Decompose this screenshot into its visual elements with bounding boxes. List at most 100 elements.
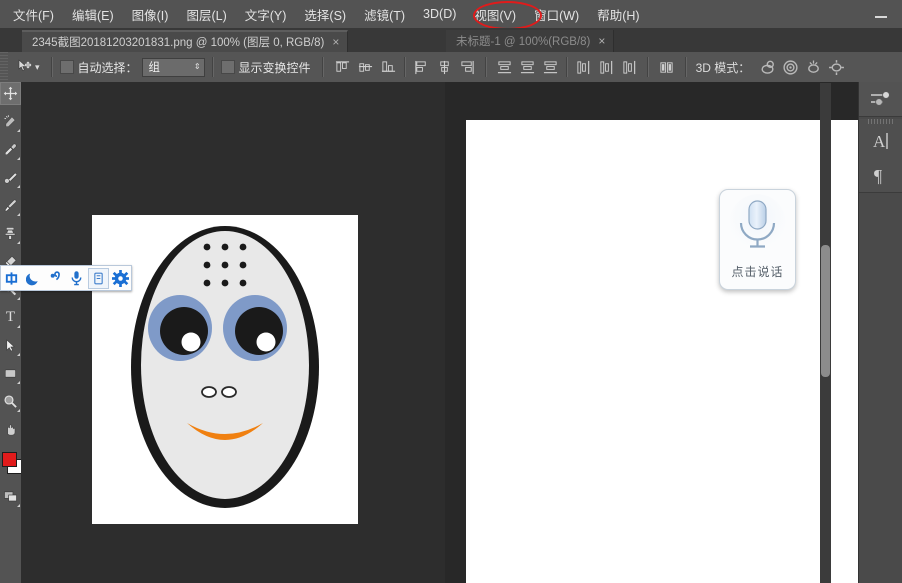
drag-3d-object-icon bbox=[805, 59, 822, 76]
menu-3d[interactable]: 3D(D) bbox=[414, 4, 465, 24]
roll-3d-object-icon bbox=[782, 59, 799, 76]
align-separator-3 bbox=[404, 57, 406, 77]
menu-select[interactable]: 选择(S) bbox=[295, 2, 355, 27]
document-tab-1-close-icon[interactable]: × bbox=[332, 36, 339, 48]
voice-input-popup[interactable]: 点击说话 bbox=[719, 189, 796, 290]
document-tab-2-title: 未标题-1 @ 100%(RGB/8) bbox=[456, 33, 590, 49]
distribute-horizontal-centers-button[interactable] bbox=[597, 58, 616, 77]
tool-preset-dropdown-arrow[interactable]: ▾ bbox=[35, 62, 40, 73]
canvas-2-vertical-scrollbar[interactable] bbox=[820, 83, 831, 583]
minimize-button[interactable] bbox=[866, 3, 896, 23]
tool-shape[interactable] bbox=[0, 362, 21, 385]
ime-punctuation-icon[interactable] bbox=[44, 267, 66, 289]
align-left-edges-button[interactable] bbox=[412, 58, 431, 77]
menu-type[interactable]: 文字(Y) bbox=[236, 2, 296, 27]
panel-dock: A ¶ bbox=[858, 82, 902, 583]
document-window-2[interactable] bbox=[445, 82, 859, 583]
ime-toolbar[interactable] bbox=[0, 265, 132, 291]
tool-brush[interactable] bbox=[0, 194, 21, 217]
paragraph-panel-button[interactable]: ¶ bbox=[860, 158, 901, 192]
menu-view[interactable]: 视图(V) bbox=[465, 2, 525, 27]
options-bar-grip[interactable] bbox=[0, 52, 8, 82]
character-panel-icon: A bbox=[869, 130, 893, 152]
document-window-1[interactable] bbox=[21, 82, 443, 583]
document-tab-2[interactable]: 未标题-1 @ 100%(RGB/8) × bbox=[446, 30, 614, 52]
distribute-bottom-edges-button[interactable] bbox=[541, 58, 560, 77]
align-button-group bbox=[331, 57, 678, 77]
menu-file[interactable]: 文件(F) bbox=[4, 2, 63, 27]
cartoon-face-illustration bbox=[92, 215, 358, 524]
ime-microphone-icon[interactable] bbox=[66, 267, 88, 289]
canvas-2-scrollbar-thumb[interactable] bbox=[821, 245, 830, 377]
color-panel-group[interactable] bbox=[859, 82, 902, 117]
canvas-1[interactable] bbox=[92, 215, 358, 524]
align-horizontal-centers-button[interactable] bbox=[435, 58, 454, 77]
current-tool-preset[interactable]: ▾ bbox=[12, 58, 44, 77]
microphone-icon bbox=[720, 190, 795, 262]
right-eye bbox=[223, 295, 287, 361]
tool-zoom[interactable] bbox=[0, 390, 21, 413]
character-panel-button[interactable]: A bbox=[860, 124, 901, 158]
align-bottom-edges-button[interactable] bbox=[379, 58, 398, 77]
align-vertical-centers-button[interactable] bbox=[356, 58, 375, 77]
menu-window[interactable]: 窗口(W) bbox=[525, 2, 588, 27]
canvas-2[interactable] bbox=[466, 120, 860, 583]
tool-options-bar: ▾ 自动选择： 组 ⇕ 显示变换控件 3D 模式： bbox=[0, 52, 902, 83]
auto-select-value: 组 bbox=[149, 59, 161, 75]
distribute-vertical-centers-button[interactable] bbox=[518, 58, 537, 77]
svg-text:¶: ¶ bbox=[874, 166, 882, 186]
tool-spot-healing-brush[interactable] bbox=[0, 166, 21, 189]
tool-clone-stamp[interactable] bbox=[0, 222, 21, 245]
tool-hand[interactable] bbox=[0, 418, 21, 441]
ime-chinese-mode-icon[interactable] bbox=[1, 267, 23, 289]
document-tab-bar: 2345截图20181203201831.png @ 100% (图层 0, R… bbox=[0, 28, 902, 52]
menu-edit[interactable]: 编辑(E) bbox=[63, 2, 123, 27]
show-transform-controls-checkbox[interactable] bbox=[221, 60, 235, 74]
tool-type[interactable]: T bbox=[0, 306, 21, 329]
auto-select-dropdown[interactable]: 组 ⇕ bbox=[142, 58, 205, 77]
mode3d-button-group bbox=[756, 57, 848, 78]
foreground-color-swatch[interactable] bbox=[2, 452, 17, 467]
align-separator-12 bbox=[647, 57, 649, 77]
screen-mode-icon bbox=[3, 489, 18, 504]
document-tab-2-close-icon[interactable]: × bbox=[598, 35, 605, 47]
workspace bbox=[21, 82, 859, 583]
spot-healing-brush-tool-icon bbox=[3, 170, 18, 185]
tool-quick-selection[interactable] bbox=[0, 110, 21, 133]
color-panel-button[interactable] bbox=[860, 82, 901, 116]
menu-layer[interactable]: 图层(L) bbox=[177, 2, 235, 27]
drag-3d-object-button[interactable] bbox=[803, 57, 824, 78]
tool-eyedropper[interactable] bbox=[0, 138, 21, 161]
rotate-3d-object-button[interactable] bbox=[757, 57, 778, 78]
tool-screen-mode[interactable] bbox=[0, 485, 21, 508]
options-separator-4 bbox=[685, 57, 687, 77]
tool-move[interactable] bbox=[0, 82, 21, 105]
auto-select-label: 自动选择： bbox=[78, 59, 138, 76]
menu-help[interactable]: 帮助(H) bbox=[588, 2, 648, 27]
roll-3d-object-button[interactable] bbox=[780, 57, 801, 78]
mode3d-label: 3D 模式： bbox=[696, 59, 751, 76]
align-top-edges-button[interactable] bbox=[333, 58, 352, 77]
menu-image[interactable]: 图像(I) bbox=[123, 2, 178, 27]
options-separator-3 bbox=[322, 57, 324, 77]
distribute-left-edges-button[interactable] bbox=[574, 58, 593, 77]
distribute-top-edges-button[interactable] bbox=[495, 58, 514, 77]
menu-items: 文件(F)编辑(E)图像(I)图层(L)文字(Y)选择(S)滤镜(T)3D(D)… bbox=[0, 0, 902, 28]
tool-path-selection[interactable] bbox=[0, 334, 21, 357]
auto-align-layers-button[interactable] bbox=[657, 58, 676, 77]
slide-3d-object-button[interactable] bbox=[826, 57, 847, 78]
color-panel-icon bbox=[869, 89, 893, 109]
svg-text:A: A bbox=[873, 132, 886, 151]
document-tab-1[interactable]: 2345截图20181203201831.png @ 100% (图层 0, R… bbox=[22, 30, 348, 52]
auto-select-checkbox[interactable] bbox=[60, 60, 74, 74]
color-swatches[interactable] bbox=[0, 451, 21, 477]
ime-settings-gear-icon[interactable] bbox=[109, 267, 131, 289]
align-right-edges-button[interactable] bbox=[458, 58, 477, 77]
type-tool-icon: T bbox=[6, 310, 15, 325]
distribute-right-edges-button[interactable] bbox=[620, 58, 639, 77]
voice-popup-label: 点击说话 bbox=[731, 263, 783, 280]
ime-moon-icon[interactable] bbox=[23, 267, 45, 289]
menu-filter[interactable]: 滤镜(T) bbox=[355, 2, 414, 27]
paragraph-panel-icon: ¶ bbox=[869, 164, 893, 186]
ime-handwriting-icon[interactable] bbox=[88, 267, 110, 289]
